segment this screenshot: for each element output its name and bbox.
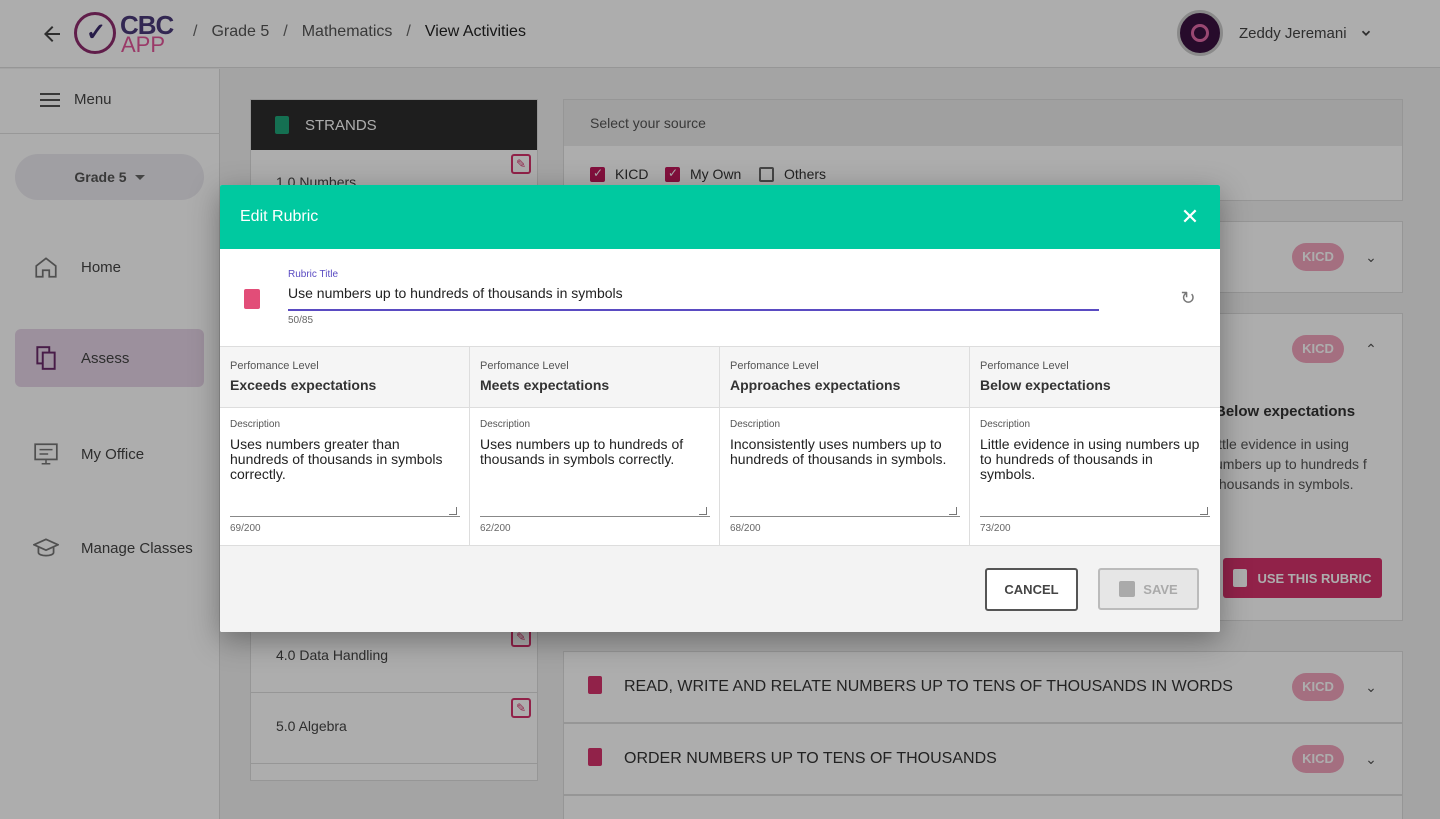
level-column: Perfomance Level Exceeds expectations De… (220, 347, 470, 547)
description-counter: 73/200 (980, 523, 1011, 534)
save-button[interactable]: SAVE (1098, 568, 1199, 610)
level-label: Perfomance Level (480, 360, 569, 372)
resize-handle-icon[interactable] (1200, 507, 1208, 515)
edit-rubric-dialog: Edit Rubric ✕ Rubric Title Use numbers u… (220, 185, 1220, 632)
refresh-icon[interactable]: ↻ (1178, 288, 1198, 308)
description-textarea[interactable]: Little evidence in using numbers up to h… (980, 437, 1210, 517)
description-counter: 69/200 (230, 523, 261, 534)
floppy-disk-icon (1119, 581, 1136, 597)
level-label: Perfomance Level (730, 360, 819, 372)
level-header: Perfomance Level Exceeds expectations (220, 347, 469, 408)
level-name: Exceeds expectations (230, 377, 377, 393)
description-textarea[interactable]: Uses numbers greater than hundreds of th… (230, 437, 460, 517)
level-column: Perfomance Level Below expectations Desc… (970, 347, 1220, 547)
level-name: Approaches expectations (730, 377, 901, 393)
description-label: Description (480, 419, 531, 430)
rubric-title-counter: 50/85 (288, 315, 314, 326)
save-label: SAVE (1143, 581, 1178, 597)
level-column: Perfomance Level Approaches expectations… (720, 347, 970, 547)
description-label: Description (230, 419, 281, 430)
level-header: Perfomance Level Below expectations (970, 347, 1220, 408)
close-icon[interactable]: ✕ (1180, 206, 1200, 228)
rubric-title-input[interactable]: Use numbers up to hundreds of thousands … (288, 285, 1099, 311)
cancel-button[interactable]: CANCEL (985, 568, 1078, 611)
rubric-title-label: Rubric Title (288, 269, 339, 280)
description-textarea[interactable]: Uses numbers up to hundreds of thousands… (480, 437, 710, 517)
description-label: Description (730, 419, 781, 430)
performance-levels-grid: Perfomance Level Exceeds expectations De… (220, 346, 1220, 547)
resize-handle-icon[interactable] (699, 507, 707, 515)
dialog-title: Edit Rubric (240, 208, 319, 225)
level-label: Perfomance Level (230, 360, 319, 372)
level-label: Perfomance Level (980, 360, 1069, 372)
description-label: Description (980, 419, 1031, 430)
resize-handle-icon[interactable] (449, 507, 457, 515)
description-counter: 68/200 (730, 523, 761, 534)
level-name: Below expectations (980, 377, 1111, 393)
description-textarea[interactable]: Inconsistently uses numbers up to hundre… (730, 437, 960, 517)
description-counter: 62/200 (480, 523, 511, 534)
dialog-footer: CANCEL SAVE (220, 546, 1220, 632)
level-header: Perfomance Level Meets expectations (470, 347, 719, 408)
level-header: Perfomance Level Approaches expectations (720, 347, 969, 408)
level-column: Perfomance Level Meets expectations Desc… (470, 347, 720, 547)
book-icon (244, 289, 260, 309)
resize-handle-icon[interactable] (949, 507, 957, 515)
dialog-header: Edit Rubric ✕ (220, 185, 1220, 249)
level-name: Meets expectations (480, 377, 610, 393)
